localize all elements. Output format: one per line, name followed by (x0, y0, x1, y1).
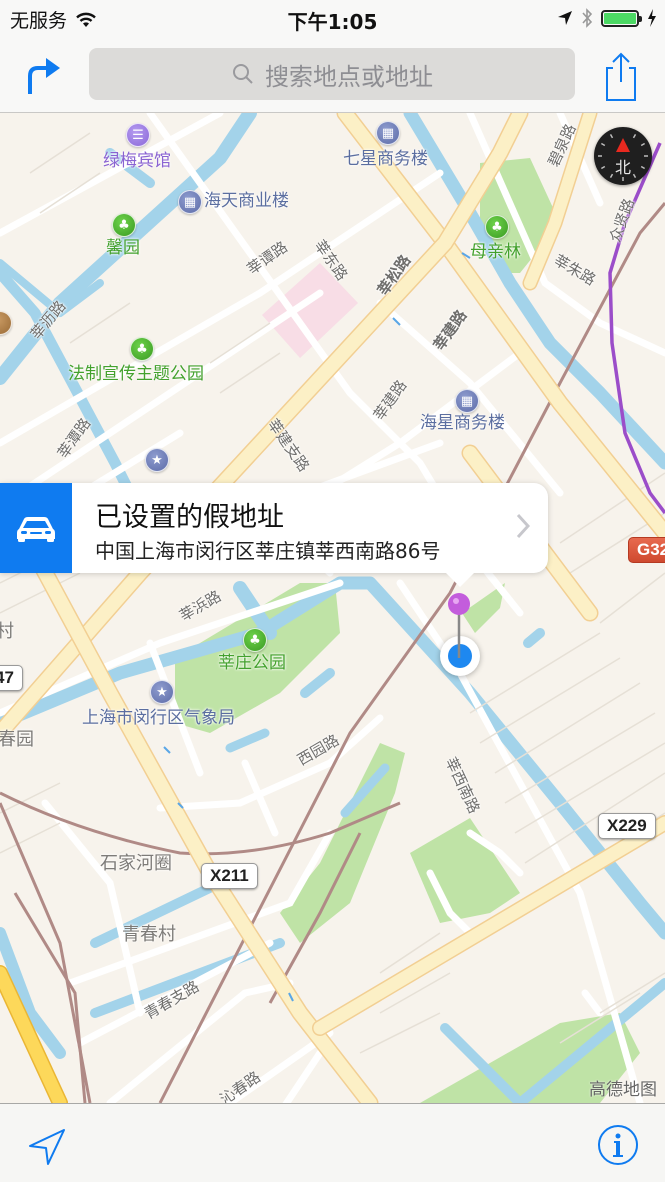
chevron-right-icon (516, 513, 531, 539)
tree-icon[interactable]: ♣ (243, 628, 267, 652)
search-placeholder: 搜索地点或地址 (265, 62, 433, 91)
building-icon[interactable]: ▦ (455, 389, 479, 413)
nav-bar: 搜索地点或地址 (0, 40, 665, 113)
battery-fill (604, 12, 636, 24)
track-location-button[interactable] (24, 1124, 70, 1170)
location-arrow-icon (29, 1129, 65, 1165)
road-shield-x229: X229 (598, 813, 656, 839)
poi-label[interactable]: 母亲林 (470, 244, 521, 261)
poi-label[interactable]: 上海市闵行区气象局 (82, 710, 235, 727)
road-shield-x211: X211 (201, 863, 258, 889)
map-attribution: 高德地图 (589, 1080, 657, 1100)
search-icon (233, 64, 253, 84)
share-icon (606, 52, 636, 101)
place-label: 春园 (0, 729, 34, 750)
star-icon[interactable]: ★ (150, 680, 174, 704)
tree-icon[interactable]: ♣ (485, 215, 509, 239)
building-icon[interactable]: ▦ (376, 121, 400, 145)
tree-icon[interactable]: ♣ (112, 213, 136, 237)
info-button[interactable] (597, 1124, 639, 1166)
poi-label[interactable]: 法制宣传主题公园 (68, 366, 204, 383)
callout-title: 已设置的假地址 (95, 502, 284, 533)
status-bar: 无服务 下午1:05 (0, 0, 665, 40)
directions-button[interactable] (22, 52, 66, 96)
pin-icon (448, 593, 470, 658)
bluetooth-icon (582, 8, 593, 28)
poi-label[interactable]: 莘庄公园 (218, 655, 286, 672)
building-icon[interactable]: ▦ (178, 190, 202, 214)
park-area-square (410, 818, 520, 923)
place-label: 青春村 (122, 924, 176, 945)
compass-button[interactable]: 北 (594, 127, 652, 185)
battery-icon (601, 9, 642, 27)
poi-label[interactable]: 七星商务楼 (343, 151, 428, 168)
dropped-pin[interactable] (448, 592, 472, 666)
poi-label[interactable]: 海天商业楼 (204, 193, 289, 210)
location-services-icon (558, 11, 572, 25)
turn-right-arrow-icon (28, 58, 60, 94)
bottom-toolbar (0, 1103, 665, 1182)
compass-north-label: 北 (614, 158, 631, 177)
callout-tail (444, 571, 476, 587)
search-input[interactable]: 搜索地点或地址 (89, 48, 575, 100)
map-view[interactable]: ☰ 绿梅宾馆 ▦ 七星商务楼 ▦ 海天商业楼 ♣ 馨园 ♣ 母亲林 ♣ 法制宣传… (0, 113, 665, 1103)
callout-address: 中国上海市闵行区莘庄镇莘西南路86号 (95, 539, 441, 563)
railway-lines (0, 202, 665, 1103)
road-shield-g32: G32 (628, 537, 665, 563)
share-button[interactable] (599, 50, 643, 102)
place-label: 石家河圈 (100, 853, 172, 874)
road-shield-47: 47 (0, 665, 23, 691)
star-icon[interactable]: ★ (145, 448, 169, 472)
callout-detail-button[interactable] (516, 513, 531, 543)
place-label: 村 (0, 621, 14, 642)
location-callout[interactable]: 已设置的假地址 中国上海市闵行区莘庄镇莘西南路86号 (0, 483, 548, 587)
charging-icon (648, 9, 656, 27)
info-icon (598, 1125, 638, 1165)
poi-label[interactable]: 海星商务楼 (420, 415, 505, 432)
tree-icon[interactable]: ♣ (130, 337, 154, 361)
car-icon (17, 517, 55, 542)
poi-label[interactable]: 馨园 (106, 240, 140, 257)
poi-label[interactable]: 绿梅宾馆 (103, 153, 171, 170)
drive-directions-button[interactable] (0, 483, 72, 573)
status-right (557, 8, 657, 28)
battery-tip (639, 15, 642, 22)
hotel-icon[interactable]: ☰ (126, 123, 150, 147)
